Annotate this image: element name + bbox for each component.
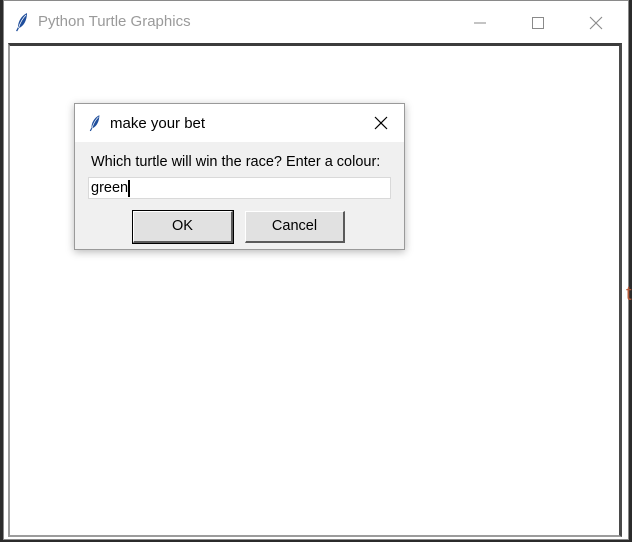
input-dialog: make your bet Which turtle will win the … [74,103,405,250]
dialog-titlebar[interactable]: make your bet [75,104,404,142]
turtle-graphics-window: Python Turtle Graphics [3,0,629,540]
feather-icon [88,113,102,138]
cancel-button[interactable]: Cancel [245,211,345,243]
background-text-fragment: t [626,283,632,305]
dialog-title: make your bet [110,115,206,132]
dialog-close-button[interactable] [367,110,395,136]
colour-input[interactable] [88,177,391,199]
dialog-prompt: Which turtle will win the race? Enter a … [91,154,381,170]
window-title: Python Turtle Graphics [38,13,191,30]
close-button[interactable] [568,1,626,43]
ok-button[interactable]: OK [132,210,234,244]
text-caret [128,180,130,197]
window-titlebar[interactable]: Python Turtle Graphics [4,1,628,43]
feather-icon [14,12,30,32]
minimize-button[interactable] [452,1,510,43]
maximize-button[interactable] [510,1,568,43]
